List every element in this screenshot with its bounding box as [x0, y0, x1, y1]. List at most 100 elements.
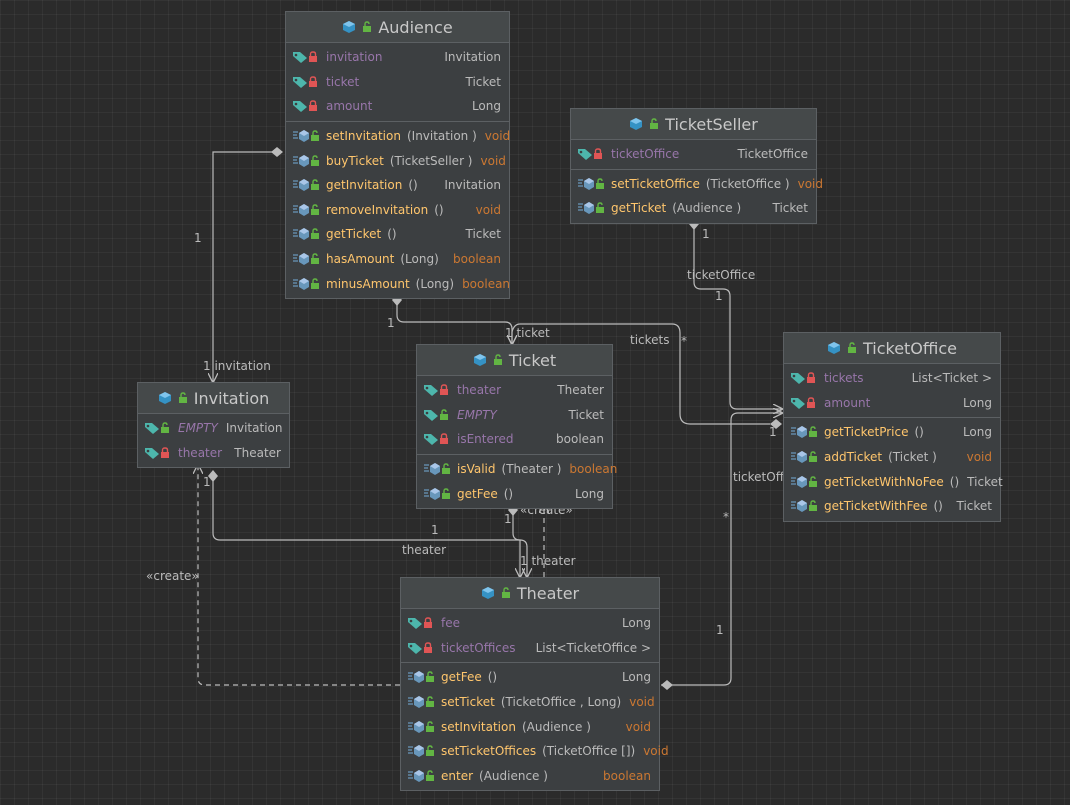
method-params: (TicketSeller )	[389, 153, 473, 168]
method-row[interactable]: setTicketOffices (TicketOffice []) void	[401, 739, 669, 764]
class-header[interactable]: TicketSeller	[571, 109, 816, 140]
edge-seller-office	[693, 228, 782, 409]
field-row[interactable]: amount Long	[286, 94, 509, 119]
method-row[interactable]: removeInvitation () void	[286, 198, 509, 223]
method-icon	[791, 500, 807, 513]
method-icons	[407, 670, 441, 684]
method-row[interactable]: hasAmount (Long) boolean	[286, 247, 509, 272]
method-icons	[790, 475, 824, 489]
diamond-audience-invitation	[271, 147, 283, 157]
unlocked-icon	[596, 178, 604, 189]
class-name: TicketSeller	[665, 114, 758, 134]
method-icon	[424, 463, 440, 476]
unlocked-icon	[426, 745, 434, 757]
field-icons	[423, 383, 457, 397]
class-invitation[interactable]: Invitation EMPTY Invitation theater Theater	[137, 382, 290, 469]
field-row[interactable]: ticket Ticket	[286, 70, 509, 95]
field-row[interactable]: theater Theater	[138, 441, 289, 466]
methods-section: isValid (Theater ) boolean getFee () Long	[417, 455, 617, 508]
method-params: ()	[503, 486, 514, 501]
method-return-type: Ticket	[465, 227, 501, 242]
field-icons	[423, 432, 457, 446]
method-icons	[423, 487, 457, 501]
field-type: Long	[621, 616, 651, 631]
class-theater[interactable]: Theater fee Long ticketOffices List<TicketOf…	[400, 577, 669, 792]
method-icon	[791, 475, 807, 488]
class-name: Invitation	[193, 388, 270, 408]
class-header[interactable]: Invitation	[138, 383, 289, 414]
method-row[interactable]: getTicketWithFee () Ticket	[784, 494, 1000, 519]
field-icons	[790, 396, 824, 410]
fields-section: fee Long ticketOffices List<TicketOffice >	[401, 609, 659, 664]
private-icon	[309, 76, 317, 87]
class-ticket-office[interactable]: TicketOffice tickets List<Ticket > amount Lo…	[783, 332, 1003, 522]
method-row[interactable]: getTicketPrice () Long	[784, 420, 1000, 445]
method-icon	[791, 451, 807, 464]
class-ticket-seller[interactable]: TicketSeller ticketOffice TicketOffice setT…	[570, 108, 823, 224]
field-type: Ticket	[465, 74, 501, 89]
method-row[interactable]: getFee () Long	[417, 481, 612, 506]
field-type: boolean	[556, 432, 604, 447]
field-icon	[145, 423, 159, 435]
label-office-tickets-role: tickets	[630, 333, 670, 347]
field-type: List<Ticket >	[911, 371, 992, 386]
method-return-type: boolean	[462, 276, 511, 291]
unlocked-icon	[311, 228, 319, 240]
class-header[interactable]: Theater	[401, 578, 659, 609]
method-return-type: void	[475, 202, 501, 217]
method-name: removeInvitation	[326, 202, 429, 217]
label-aud-ticket-src: 1	[387, 316, 395, 330]
label-seller-office-target: 1	[715, 289, 723, 303]
field-row[interactable]: ticketOffice TicketOffice	[571, 142, 816, 167]
method-row[interactable]: getTicket (Audience ) Ticket	[571, 196, 816, 221]
class-icon	[827, 342, 840, 354]
field-row[interactable]: invitation Invitation	[286, 45, 509, 70]
method-row[interactable]: minusAmount (Long) boolean	[286, 271, 511, 296]
method-row[interactable]: setInvitation (Invitation ) void	[286, 124, 510, 149]
methods-section: setInvitation (Invitation ) void buyTicket(…	[286, 122, 511, 298]
method-row[interactable]: addTicket (Ticket ) void	[784, 445, 1000, 470]
method-icon	[424, 487, 440, 500]
method-icons	[407, 720, 441, 734]
label-inv-theater-role: theater	[402, 543, 447, 557]
method-row[interactable]: getInvitation () Invitation	[286, 173, 509, 198]
field-icons	[577, 147, 611, 161]
field-name: ticket	[326, 74, 360, 89]
field-type: TicketOffice	[737, 147, 808, 162]
class-audience[interactable]: Audience invitation Invitation ticket Ticket…	[285, 11, 510, 299]
label-seller-office-mult: 1	[702, 227, 710, 241]
field-row[interactable]: amount Long	[784, 391, 1000, 416]
unlocked-icon	[442, 463, 450, 475]
method-row[interactable]: enter (Audience ) boolean	[401, 764, 659, 789]
method-row[interactable]: getFee () Long	[401, 665, 659, 690]
method-icon	[408, 745, 424, 758]
unlocked-icon	[161, 422, 169, 434]
class-header[interactable]: Audience	[286, 12, 509, 43]
method-params: ()	[434, 202, 444, 217]
method-row[interactable]: buyTicket (TicketSeller ) void	[286, 148, 509, 173]
class-icon	[481, 587, 494, 599]
field-row[interactable]: tickets List<Ticket >	[784, 366, 1000, 391]
field-row[interactable]: EMPTY Invitation	[138, 416, 289, 441]
method-row[interactable]: getTicketWithNoFee () Ticket	[784, 469, 1003, 494]
unlocked-icon	[650, 118, 659, 129]
field-icon	[145, 447, 159, 459]
field-row[interactable]: EMPTY Ticket	[417, 403, 612, 428]
field-row[interactable]: isEntered boolean	[417, 427, 612, 452]
method-name: getFee	[441, 670, 482, 685]
field-name: theater	[178, 445, 223, 460]
method-row[interactable]: isValid (Theater ) boolean	[417, 457, 617, 482]
field-row[interactable]: ticketOffices List<TicketOffice >	[401, 636, 659, 661]
class-ticket[interactable]: Ticket theater Theater EMPTY Ticket isEntered…	[416, 344, 617, 509]
method-icons	[292, 252, 326, 266]
method-row[interactable]: setTicket (TicketOffice , Long) void	[401, 690, 659, 715]
field-row[interactable]: fee Long	[401, 611, 659, 636]
class-header[interactable]: TicketOffice	[784, 333, 1000, 364]
class-name: Ticket	[508, 350, 557, 370]
method-row[interactable]: getTicket () Ticket	[286, 222, 509, 247]
field-row[interactable]: theater Theater	[417, 378, 612, 403]
class-header[interactable]: Ticket	[417, 345, 612, 376]
method-row[interactable]: setTicketOffice (TicketOffice ) void	[571, 172, 823, 197]
label-aud-ticket-target: 1 ticket	[505, 326, 550, 340]
method-row[interactable]: setInvitation (Audience ) void	[401, 714, 659, 739]
